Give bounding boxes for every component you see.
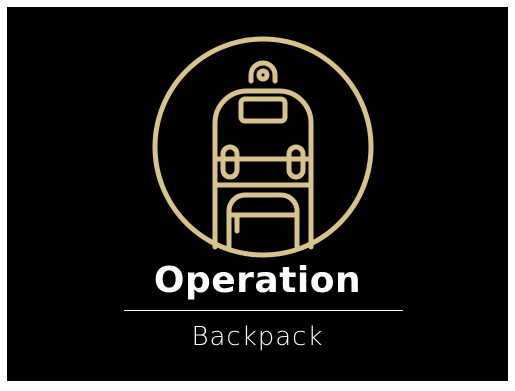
backpack-logo	[152, 36, 374, 258]
subtitle-text: Backpack	[191, 322, 324, 352]
title-text: Operation	[153, 260, 362, 301]
backpack-buckle-right-icon	[286, 144, 306, 180]
backpack-top-pocket-icon	[238, 96, 288, 124]
backpack-buckle-left-icon	[220, 144, 240, 180]
image-frame: Operation Backpack	[0, 0, 515, 391]
title-divider	[124, 310, 403, 311]
